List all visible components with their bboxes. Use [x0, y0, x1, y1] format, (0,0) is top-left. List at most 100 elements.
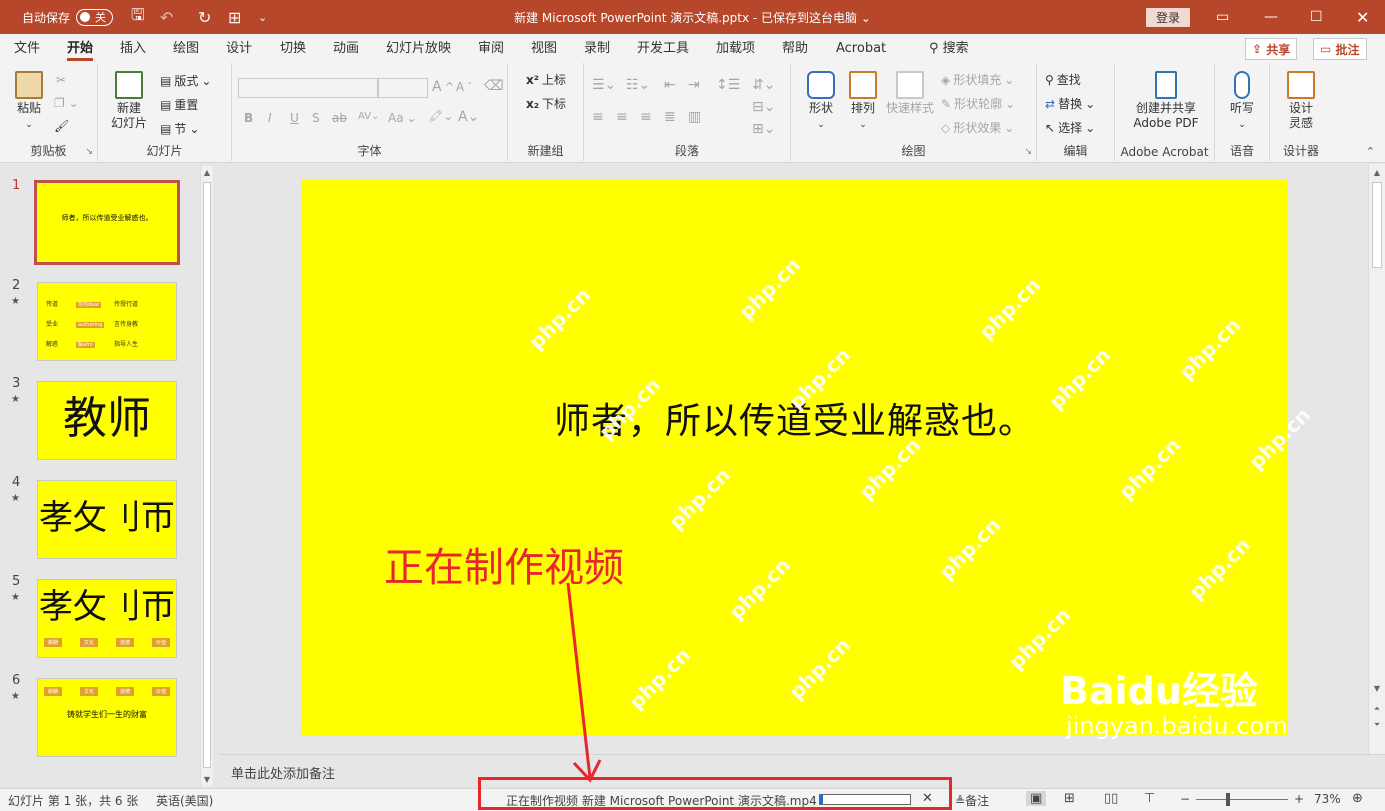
fit-slide-icon[interactable]: ⊕ — [1352, 791, 1363, 806]
tab-draw[interactable]: 绘图 — [173, 34, 199, 63]
shapes-button[interactable]: 形状 ⌄ — [803, 71, 839, 133]
shape-outline-button[interactable]: ✎ 形状轮廓 ⌄ — [941, 95, 1015, 112]
autosave-switch[interactable]: 关 — [76, 8, 114, 26]
design-ideas-button[interactable]: 设计 灵感 — [1284, 71, 1318, 131]
tab-slideshow[interactable]: 幻灯片放映 — [386, 34, 451, 63]
new-slide-button[interactable]: 新建 幻灯片 — [104, 71, 154, 131]
dialog-launcher-icon[interactable]: ↘ — [85, 147, 93, 157]
format-painter-icon[interactable]: 🖌 — [54, 119, 69, 133]
tab-animations[interactable]: 动画 — [333, 34, 359, 63]
tab-developer[interactable]: 开发工具 — [637, 34, 689, 63]
ribbon-display-icon[interactable]: ▭ — [1216, 0, 1229, 34]
share-button[interactable]: ⇪ 共享 — [1245, 38, 1298, 60]
char-spacing-icon[interactable]: AV⌄ — [358, 111, 379, 122]
select-button[interactable]: ↖ 选择 ⌄ — [1045, 119, 1095, 136]
zoom-slider-thumb[interactable] — [1226, 793, 1230, 806]
redo-icon[interactable]: ↻ — [198, 0, 211, 34]
minimize-icon[interactable]: — — [1264, 0, 1278, 34]
notes-toggle-button[interactable]: ≜备注 — [955, 792, 989, 809]
login-button[interactable]: 登录 — [1146, 7, 1191, 27]
quick-styles-button[interactable]: 快速样式 — [883, 71, 937, 116]
scroll-up-icon[interactable]: ▲ — [1369, 168, 1385, 177]
font-name-combo[interactable] — [238, 78, 378, 98]
superscript-button[interactable]: x² 上标 — [526, 71, 566, 88]
highlight-icon[interactable]: 🖍⌄ — [428, 109, 453, 123]
slideshow-icon[interactable]: ⊤ — [1144, 791, 1155, 806]
tab-insert[interactable]: 插入 — [120, 34, 146, 63]
tab-file[interactable]: 文件 — [14, 34, 40, 63]
maximize-icon[interactable]: ☐ — [1310, 0, 1323, 34]
scroll-down-icon[interactable]: ▼ — [201, 775, 213, 784]
arrange-button[interactable]: 排列 ⌄ — [845, 71, 881, 133]
layout-button[interactable]: ▤ 版式 ⌄ — [160, 72, 211, 89]
columns-icon[interactable]: ▥ — [688, 109, 701, 125]
editor-scrollbar[interactable]: ▲ ▼ ⏶ ⏷ — [1368, 164, 1385, 754]
justify-icon[interactable]: ≣ — [664, 109, 676, 125]
slide-thumbnail-2[interactable]: 传道 受业 解惑 导向dear authoring 解afro 传授行道 言传身教 指导… — [37, 282, 177, 361]
line-spacing-icon[interactable]: ↕☰ — [716, 77, 740, 93]
tab-addins[interactable]: 加载项 — [716, 34, 755, 63]
cut-icon[interactable]: ✂ — [56, 73, 66, 87]
slide-thumbnail-4[interactable]: 孝攵刂帀 — [37, 480, 177, 559]
slide-sorter-icon[interactable]: ⊞ — [1064, 791, 1075, 806]
align-left-icon[interactable]: ≡ — [592, 109, 604, 125]
reset-button[interactable]: ▤ 重置 — [160, 96, 198, 113]
copy-icon[interactable]: ❐ ⌄ — [54, 96, 79, 110]
language-indicator[interactable]: 英语(美国) — [156, 792, 213, 809]
tab-view[interactable]: 视图 — [531, 34, 557, 63]
autosave-toggle[interactable]: 自动保存 关 — [22, 0, 114, 34]
shadow-button[interactable]: S — [312, 111, 320, 125]
replace-button[interactable]: ⇄ 替换 ⌄ — [1045, 95, 1095, 112]
numbering-icon[interactable]: ☷⌄ — [626, 77, 650, 93]
align-text-icon[interactable]: ⊟⌄ — [752, 99, 775, 115]
shape-effects-button[interactable]: ◇ 形状效果 ⌄ — [941, 119, 1014, 136]
scroll-up-icon[interactable]: ▲ — [201, 168, 213, 177]
normal-view-icon[interactable]: ▣ — [1026, 791, 1047, 806]
shape-fill-button[interactable]: ◈ 形状填充 ⌄ — [941, 71, 1014, 88]
tab-transitions[interactable]: 切换 — [280, 34, 306, 63]
dialog-launcher-icon[interactable]: ↘ — [1024, 147, 1032, 157]
text-direction-icon[interactable]: ⇵⌄ — [752, 77, 775, 93]
zoom-level[interactable]: 73% — [1314, 792, 1341, 806]
slide-thumbnail-1[interactable]: 师者，所以传道受业解惑也。 — [34, 180, 180, 265]
reading-view-icon[interactable]: ▯▯ — [1104, 791, 1118, 806]
align-right-icon[interactable]: ≡ — [640, 109, 652, 125]
zoom-slider[interactable] — [1196, 799, 1288, 800]
smartart-icon[interactable]: ⊞⌄ — [752, 121, 775, 137]
present-icon[interactable]: ⊞ — [228, 0, 241, 34]
current-slide[interactable]: 师者，所以传道受业解惑也。 php.cn php.cn php.cn php.c… — [301, 180, 1315, 735]
zoom-out-icon[interactable]: − — [1180, 792, 1190, 806]
font-color-icon[interactable]: A⌄ — [458, 109, 479, 125]
scroll-thumb[interactable] — [203, 182, 211, 768]
paste-button[interactable]: 粘贴 ⌄ — [12, 71, 46, 133]
prev-slide-icon[interactable]: ⏶ — [1369, 704, 1385, 714]
slide-thumbnail-5[interactable]: 孝攵刂帀 薪酬 文化 道德 价值 — [37, 579, 177, 658]
dictate-button[interactable]: 听写 ⌄ — [1227, 71, 1257, 133]
underline-button[interactable]: U — [290, 111, 299, 125]
align-center-icon[interactable]: ≡ — [616, 109, 628, 125]
comments-button[interactable]: ▭ 批注 — [1313, 38, 1367, 60]
slide-thumbnail-6[interactable]: 薪酬 文化 道德 价值 铸就学生们一生的财富 — [37, 678, 177, 757]
strikethrough-button[interactable]: ab — [332, 111, 347, 125]
bullets-icon[interactable]: ☰⌄ — [592, 77, 616, 93]
undo-icon[interactable]: ↶ — [160, 0, 173, 34]
tab-home[interactable]: 开始 — [67, 34, 94, 63]
scroll-thumb[interactable] — [1372, 182, 1382, 268]
slide-thumbnail-3[interactable]: 教师 — [37, 381, 177, 460]
clear-format-icon[interactable]: ⌫ — [484, 78, 504, 94]
italic-button[interactable]: I — [268, 111, 272, 125]
close-icon[interactable]: ✕ — [1356, 0, 1369, 34]
find-button[interactable]: ⚲ 查找 — [1045, 71, 1081, 88]
decrease-indent-icon[interactable]: ⇤ — [664, 77, 676, 93]
zoom-in-icon[interactable]: + — [1294, 792, 1304, 806]
section-button[interactable]: ▤ 节 ⌄ — [160, 120, 199, 137]
increase-indent-icon[interactable]: ⇥ — [688, 77, 700, 93]
tab-review[interactable]: 审阅 — [478, 34, 504, 63]
tab-design[interactable]: 设计 — [226, 34, 252, 63]
thumbnail-scrollbar[interactable]: ▲ ▼ — [200, 166, 213, 786]
collapse-ribbon-icon[interactable]: ⌃ — [1366, 145, 1375, 158]
shrink-font-button[interactable]: Aˇ — [456, 80, 472, 94]
grow-font-button[interactable]: A ^ — [432, 79, 454, 95]
tab-record[interactable]: 录制 — [584, 34, 610, 63]
create-pdf-button[interactable]: 创建并共享 Adobe PDF — [1129, 71, 1203, 131]
